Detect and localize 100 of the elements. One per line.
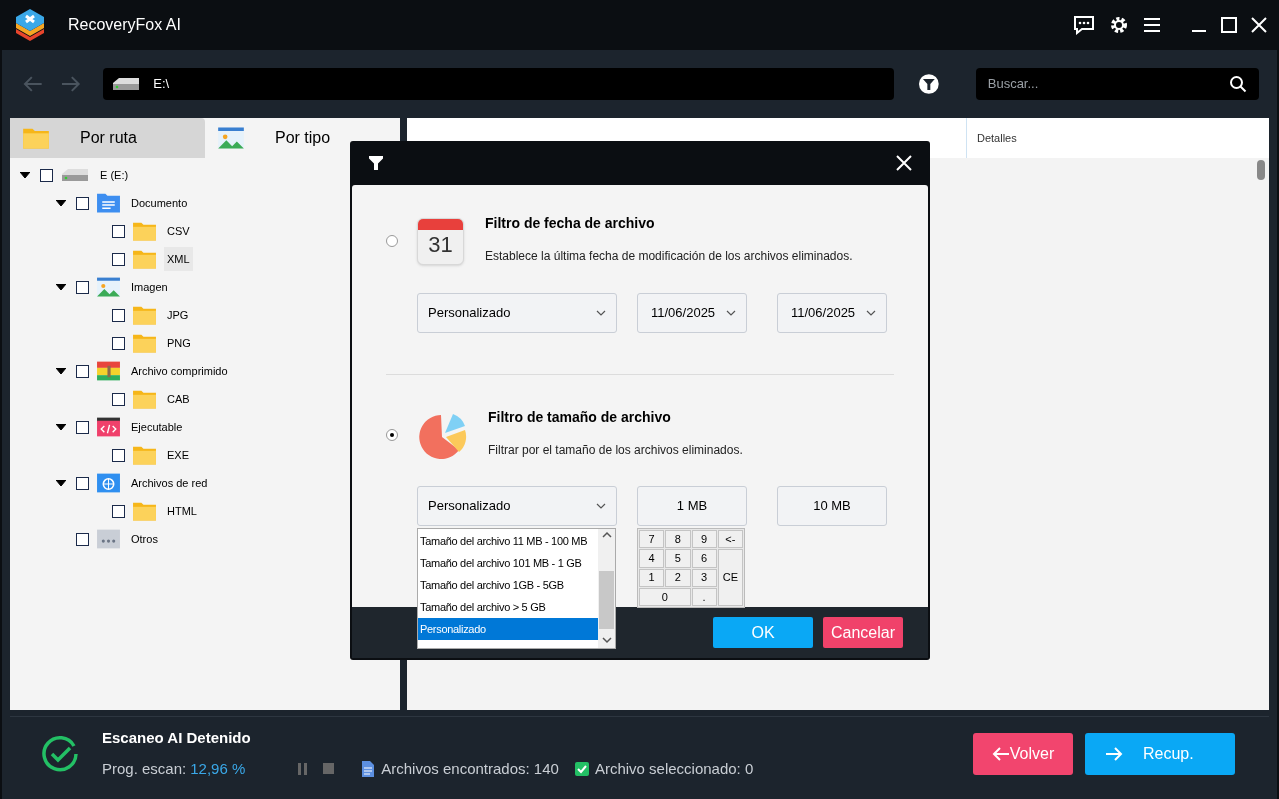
tree-item[interactable]: Ejecutable	[128, 414, 186, 440]
tree-item[interactable]: JPG	[164, 302, 192, 328]
tree-item[interactable]: Archivo comprimido	[128, 358, 231, 384]
search-field[interactable]: Buscar...	[975, 68, 1259, 100]
checkbox[interactable]	[76, 280, 89, 294]
checkbox[interactable]	[76, 476, 89, 490]
expand-toggle-icon[interactable]	[56, 200, 66, 206]
tree-item[interactable]: Otros	[128, 526, 161, 552]
globe-folder-icon	[96, 472, 121, 494]
checkbox[interactable]	[112, 504, 125, 518]
keypad-key[interactable]: 8	[665, 530, 691, 549]
keypad-key[interactable]: 5	[665, 549, 691, 568]
radio-button[interactable]	[386, 235, 398, 247]
keypad-key[interactable]: <-	[717, 530, 743, 549]
document-icon	[361, 760, 376, 777]
checkbox-checked-icon	[574, 761, 589, 776]
expand-toggle-icon[interactable]	[20, 172, 30, 178]
tree-item[interactable]: EXE	[164, 442, 192, 468]
checkbox[interactable]	[76, 532, 89, 546]
close-icon[interactable]	[896, 155, 912, 171]
arrow-right-icon	[1105, 745, 1123, 762]
scrollbar-thumb[interactable]	[1257, 160, 1265, 180]
folder-icon	[132, 220, 157, 242]
app-title: RecoveryFox AI	[68, 15, 181, 35]
checkbox[interactable]	[40, 168, 53, 182]
radio-button[interactable]	[386, 429, 398, 441]
scrollbar-thumb[interactable]	[599, 571, 614, 629]
back-button[interactable]: Volver	[973, 732, 1073, 775]
keypad-key[interactable]: 2	[665, 568, 691, 587]
code-folder-icon	[96, 416, 121, 438]
checkbox[interactable]	[112, 392, 125, 406]
input-field[interactable]: 10 MB	[777, 486, 887, 526]
address-bar[interactable]: E:\	[103, 68, 895, 100]
column-header[interactable]: Detalles	[967, 129, 1017, 147]
dropdown[interactable]: 11/06/2025	[637, 293, 747, 333]
section-title: Filtro de tamaño de archivo	[488, 408, 672, 427]
dropdown-option[interactable]: Tamaño del archivo 101 MB - 1 GB	[418, 552, 598, 574]
scroll-down-icon[interactable]	[601, 634, 612, 646]
keypad-key[interactable]: 9	[691, 530, 717, 549]
tree-item[interactable]: CAB	[164, 386, 193, 412]
search-icon[interactable]	[1229, 75, 1247, 93]
image-folder-icon	[217, 126, 245, 150]
keypad-key[interactable]: CE	[717, 549, 743, 606]
keypad-key[interactable]: 0	[639, 587, 691, 606]
keypad-key[interactable]: 4	[639, 549, 665, 568]
keypad-key[interactable]: 7	[639, 530, 665, 549]
section-title: Filtro de fecha de archivo	[485, 214, 656, 233]
dropdown[interactable]: Personalizado	[417, 293, 617, 333]
checkbox[interactable]	[112, 336, 125, 350]
tree-item[interactable]: HTML	[164, 498, 200, 524]
chevron-down-icon	[866, 310, 876, 316]
stop-icon[interactable]	[323, 762, 336, 775]
expand-toggle-icon[interactable]	[56, 284, 66, 290]
tree-item[interactable]: Imagen	[128, 274, 171, 300]
checkbox[interactable]	[112, 308, 125, 322]
checkbox[interactable]	[112, 252, 125, 266]
tree-item[interactable]: PNG	[164, 330, 194, 356]
checkbox[interactable]	[112, 224, 125, 238]
checkbox[interactable]	[76, 364, 89, 378]
files-found-count: Archivos encontrados: 140	[381, 758, 559, 779]
folder-icon	[132, 332, 157, 354]
dropdown-option[interactable]: Tamaño del archivo > 5 GB	[418, 596, 598, 618]
dropdown-option[interactable]: Tamaño del archivo 11 MB - 100 MB	[418, 530, 598, 552]
folder-icon	[132, 500, 157, 522]
folder-icon	[132, 304, 157, 326]
keypad-key[interactable]: 1	[639, 568, 665, 587]
close-icon[interactable]	[1251, 17, 1267, 33]
tree-item[interactable]: Archivos de red	[128, 470, 211, 496]
filter-icon[interactable]	[918, 73, 940, 95]
selected-count: Archivo seleccionado: 0	[594, 758, 754, 779]
dropdown-option[interactable]: Tamaño del archivo 1GB - 5GB	[418, 574, 598, 596]
checkbox[interactable]	[76, 196, 89, 210]
dropdown[interactable]: 11/06/2025	[777, 293, 887, 333]
tree-item[interactable]: CSV	[164, 218, 193, 244]
keypad-key[interactable]: 6	[691, 549, 717, 568]
menu-icon[interactable]	[1143, 17, 1161, 33]
tree-item[interactable]: Documento	[128, 190, 191, 216]
chat-icon[interactable]	[1073, 15, 1095, 35]
expand-toggle-icon[interactable]	[56, 480, 66, 486]
maximize-icon[interactable]	[1221, 17, 1237, 33]
scrollbar[interactable]	[598, 529, 615, 648]
dropdown[interactable]: Personalizado	[417, 486, 617, 526]
document-folder-icon	[96, 192, 121, 214]
pause-icon[interactable]	[297, 762, 310, 775]
tab[interactable]: Por ruta	[10, 118, 205, 158]
keypad-key[interactable]: 3	[691, 568, 717, 587]
chevron-down-icon	[596, 310, 606, 316]
address-text: E:\	[153, 75, 170, 94]
dropdown-option[interactable]: Personalizado	[418, 618, 598, 640]
settings-icon[interactable]	[1109, 15, 1129, 35]
chevron-down-icon	[596, 503, 606, 509]
checkbox[interactable]	[112, 448, 125, 462]
cancel-button[interactable]: Cancelar	[823, 617, 903, 648]
checkbox[interactable]	[76, 420, 89, 434]
tree-item[interactable]: E (E:)	[97, 162, 132, 188]
tree-item[interactable]: XML	[164, 246, 193, 272]
keypad-key[interactable]: .	[691, 587, 717, 606]
expand-toggle-icon[interactable]	[56, 424, 66, 430]
input-field[interactable]: 1 MB	[637, 486, 747, 526]
expand-toggle-icon[interactable]	[56, 368, 66, 374]
